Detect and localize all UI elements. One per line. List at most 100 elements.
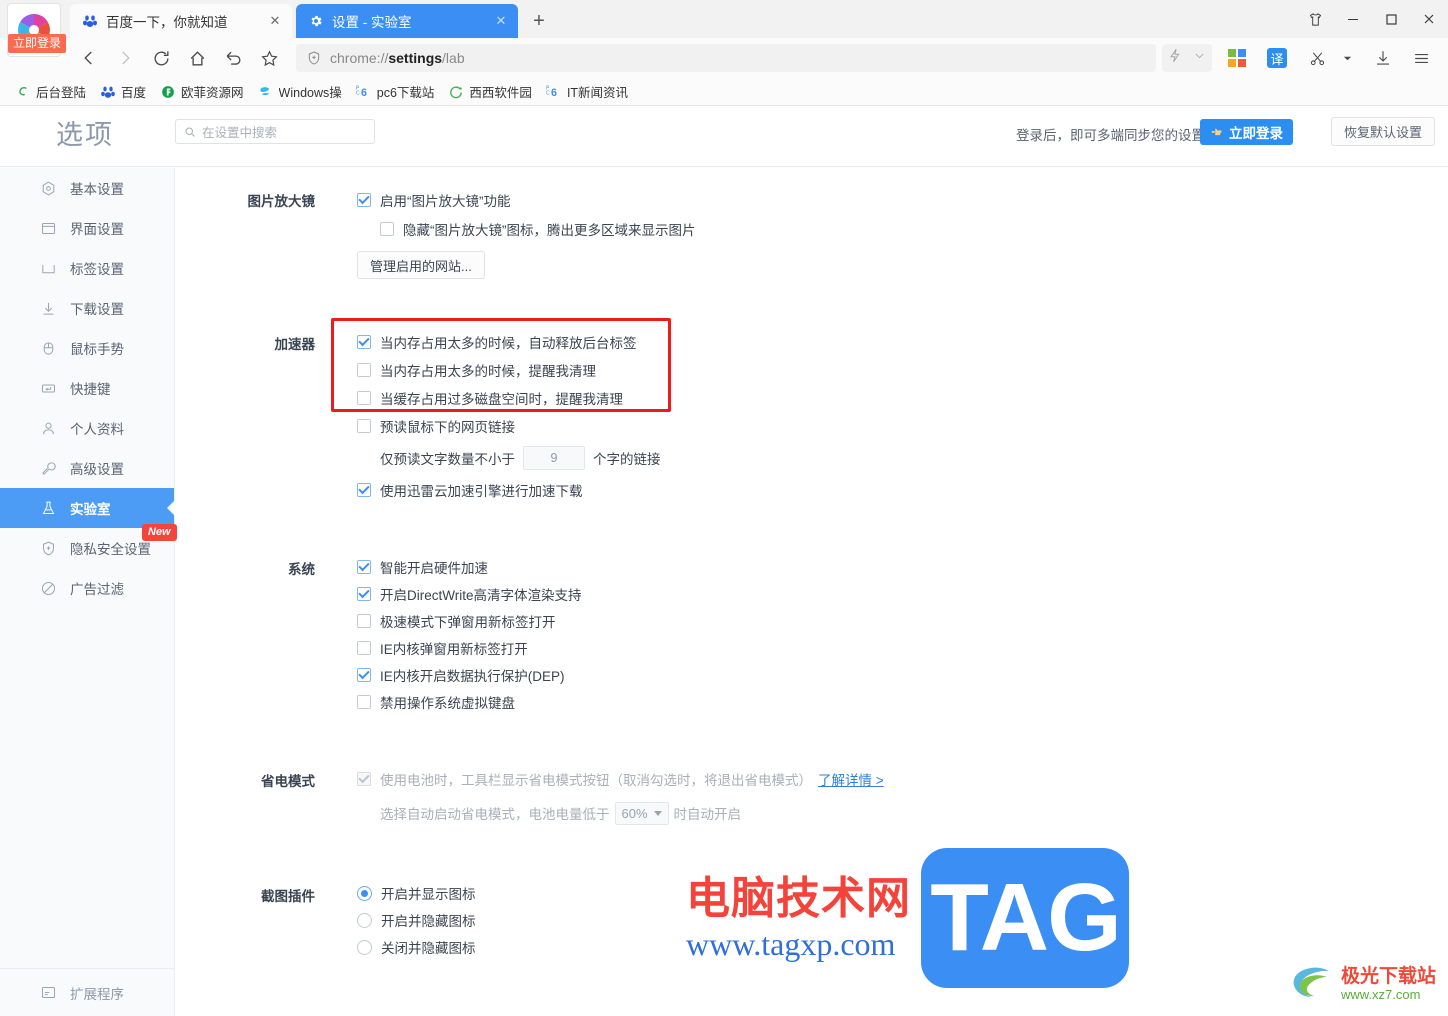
setting-row[interactable]: IE内核弹窗用新标签打开 (357, 635, 582, 661)
scissors-caret-icon[interactable] (1332, 43, 1362, 73)
setting-row-number[interactable]: 仅预读文字数量不小于 9 个字的链接 (380, 445, 661, 471)
setting-row[interactable]: 隐藏“图片放大镜”图标，腾出更多区域来显示图片 (380, 216, 696, 242)
close-icon[interactable] (1410, 0, 1448, 38)
checkbox-remind-memory-cleanup[interactable] (357, 363, 371, 377)
chevron-down-icon[interactable] (1193, 49, 1206, 67)
setting-row[interactable]: 当内存占用太多的时候，提醒我清理 (357, 357, 661, 383)
sidebar-item-lab[interactable]: 实验室 (0, 488, 174, 528)
reload-button[interactable] (144, 41, 178, 75)
sidebar-item-label: 实验室 (70, 502, 111, 517)
prefetch-min-chars-input[interactable]: 9 (523, 446, 585, 470)
maximize-icon[interactable] (1372, 0, 1410, 38)
checkbox-speed-mode-popup-newtab[interactable] (357, 614, 371, 628)
bookmark-item[interactable]: Windows操 (251, 81, 349, 103)
address-bar[interactable]: chrome://settings/lab (296, 44, 1156, 72)
login-button[interactable]: 立即登录 (1200, 119, 1293, 145)
bookmark-item[interactable]: PC6 pc6下载站 (349, 81, 442, 103)
watermark-xz-url: www.xz7.com (1340, 987, 1421, 1002)
checkbox-enable-magnifier[interactable] (357, 193, 371, 207)
setting-row[interactable]: 关闭并隐藏图标 (357, 934, 476, 960)
sidebar-item-mouse-gestures[interactable]: 鼠标手势 (0, 328, 174, 368)
menu-icon[interactable] (1406, 43, 1436, 73)
watermark-xz-title: 极光下载站 (1340, 966, 1436, 987)
checkbox-smart-hardware-accel[interactable] (357, 560, 371, 574)
browser-tab[interactable]: 百度一下，你就知道 ✕ (70, 4, 292, 38)
learn-more-link[interactable]: 了解详情 > (818, 769, 884, 789)
manage-sites-button[interactable]: 管理启用的网站... (357, 251, 485, 279)
bookmark-star-icon[interactable] (252, 41, 286, 75)
bookmark-item[interactable]: 欧菲资源网 (153, 81, 251, 103)
browser-tab-active[interactable]: 设置 - 实验室 ✕ (296, 4, 518, 38)
close-icon[interactable]: ✕ (266, 12, 284, 30)
checkbox-remind-cache-cleanup[interactable] (357, 391, 371, 405)
translate-icon[interactable]: 译 (1262, 43, 1292, 73)
login-button-label: 立即登录 (1229, 126, 1283, 141)
new-tab-button[interactable]: + (524, 6, 554, 36)
setting-row[interactable]: 开启DirectWrite高清字体渲染支持 (357, 581, 582, 607)
checkbox-ie-dep[interactable] (357, 668, 371, 682)
radio-show-icon[interactable] (357, 885, 372, 901)
setting-label: 当内存占用太多的时候，自动释放后台标签 (380, 336, 637, 351)
minimize-icon[interactable] (1334, 0, 1372, 38)
section-label-power-save: 省电模式 (261, 774, 315, 789)
watermark-url: www.tagxp.com (686, 926, 896, 962)
chevron-down-icon (653, 810, 662, 816)
checkbox-xunlei-accelerate[interactable] (357, 483, 371, 497)
sidebar-item-advanced[interactable]: 高级设置 (0, 448, 174, 488)
setting-row[interactable]: 启用“图片放大镜”功能 (357, 187, 696, 213)
setting-row[interactable]: 禁用操作系统虚拟键盘 (357, 689, 582, 715)
browser-logo[interactable]: 立即登录 (8, 4, 67, 56)
sidebar-item-extensions[interactable]: 扩展程序 (0, 968, 175, 1016)
sidebar-item-shortcuts[interactable]: 快捷键 (0, 368, 174, 408)
battery-threshold-select[interactable]: 60% (614, 801, 669, 825)
setting-row[interactable]: 预读鼠标下的网页链接 (357, 413, 661, 439)
setting-row[interactable]: 智能开启硬件加速 (357, 554, 582, 580)
tshirt-icon[interactable] (1296, 0, 1334, 38)
navigation-bar: chrome://settings/lab 译 (0, 38, 1448, 78)
checkbox-hide-magnifier-icon[interactable] (380, 222, 394, 236)
undo-button[interactable] (216, 41, 250, 75)
windows-icon (258, 84, 274, 100)
checkbox-auto-release-tabs[interactable] (357, 335, 371, 349)
bookmark-item[interactable]: 西西软件园 (441, 81, 539, 103)
home-button[interactable] (180, 41, 214, 75)
bookmark-item[interactable]: 后台登陆 (8, 81, 93, 103)
back-button[interactable] (72, 41, 106, 75)
setting-row[interactable]: 使用迅雷云加速引擎进行加速下载 (357, 477, 661, 503)
bookmark-label: 西西软件园 (469, 86, 532, 100)
bookmark-label: 后台登陆 (36, 86, 87, 100)
sidebar-item-profile[interactable]: 个人资料 (0, 408, 174, 448)
scissors-icon[interactable] (1302, 43, 1332, 73)
radio-hide-icon[interactable] (357, 912, 372, 928)
flash-pill[interactable] (1162, 44, 1212, 72)
radio-disable-hide-icon[interactable] (357, 939, 372, 955)
sidebar-item-tabs[interactable]: 标签设置 (0, 248, 174, 288)
setting-row[interactable]: IE内核开启数据执行保护(DEP) (357, 662, 582, 688)
sidebar-item-interface[interactable]: 界面设置 (0, 208, 174, 248)
checkbox-directwrite[interactable] (357, 587, 371, 601)
bookmark-item[interactable]: PC6 IT新闻资讯 (539, 81, 635, 103)
setting-row[interactable]: 开启并显示图标 (357, 880, 476, 906)
download-icon[interactable] (1368, 43, 1398, 73)
sidebar-item-label: 广告过滤 (70, 582, 124, 597)
setting-row[interactable]: 极速模式下弹窗用新标签打开 (357, 608, 582, 634)
sidebar-item-download[interactable]: 下载设置 (0, 288, 174, 328)
sidebar-item-ad-filter[interactable]: 广告过滤 (0, 568, 174, 608)
close-icon[interactable]: ✕ (492, 12, 510, 30)
bookmark-item[interactable]: 百度 (93, 81, 153, 103)
search-input[interactable]: 在设置中搜索 (175, 119, 375, 144)
forward-button[interactable] (108, 41, 142, 75)
restore-defaults-button[interactable]: 恢复默认设置 (1331, 117, 1435, 146)
checkbox-disable-osk[interactable] (357, 695, 371, 709)
login-badge[interactable]: 立即登录 (8, 34, 67, 53)
sidebar: 基本设置 界面设置 标签设置 下载设置 鼠标手势 快捷键 个人资料 高级设置 实… (0, 168, 175, 1016)
checkbox-prefetch-hover-links[interactable] (357, 419, 371, 433)
setting-row[interactable]: 当缓存占用过多磁盘空间时，提醒我清理 (357, 385, 661, 411)
setting-row[interactable]: 当内存占用太多的时候，自动释放后台标签 (357, 329, 661, 355)
checkbox-ie-popup-newtab[interactable] (357, 641, 371, 655)
windows-apps-icon[interactable] (1222, 43, 1252, 73)
sidebar-item-basic[interactable]: 基本设置 (0, 168, 174, 208)
setting-row[interactable]: 开启并隐藏图标 (357, 907, 476, 933)
setting-label: 开启并显示图标 (381, 887, 476, 902)
sidebar-item-label: 基本设置 (70, 182, 124, 197)
